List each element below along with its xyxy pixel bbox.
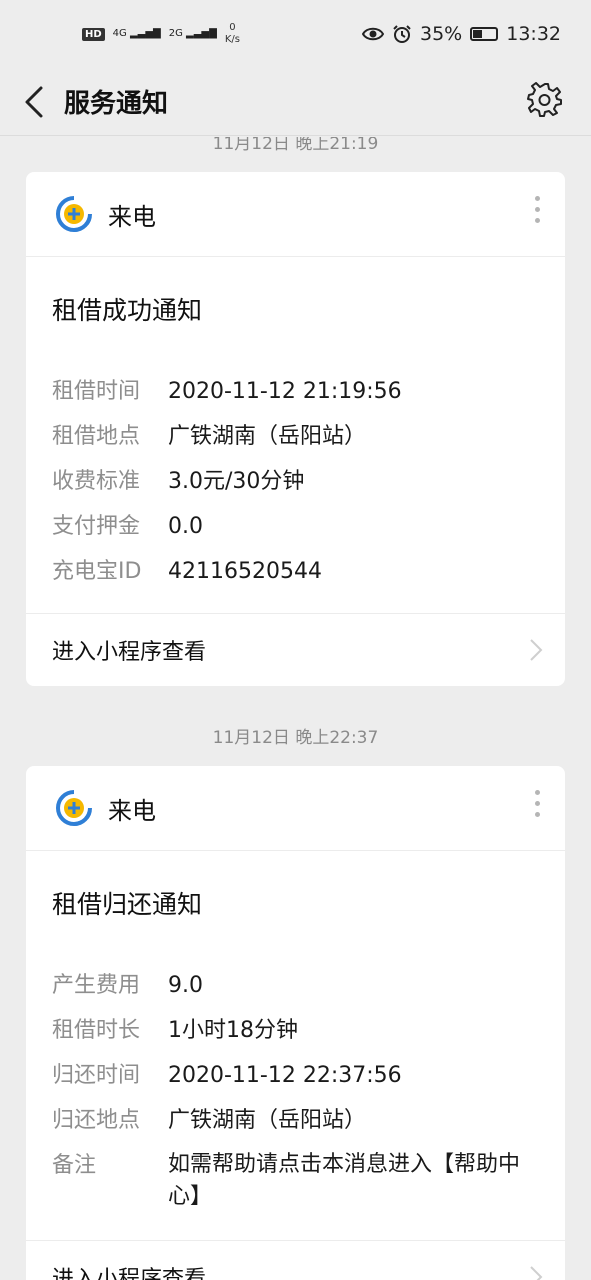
notification-card[interactable]: 来电 租借归还通知 产生费用 9.0 租借时长 1小时18分钟 归还时间 2020-1…: [26, 766, 565, 1280]
network-type-2: 2G: [168, 28, 183, 39]
field-row: 归还时间 2020-11-12 22:37:56: [52, 1053, 565, 1098]
field-label: 充电宝ID: [52, 559, 142, 584]
open-miniprogram-link[interactable]: 进入小程序查看: [26, 1240, 565, 1280]
message-feed[interactable]: 11月12日 晚上21:19 来电 租借成功通知 租借时间 2020-11-12 …: [0, 137, 591, 1280]
hd-badge: HD: [82, 27, 105, 41]
chevron-right-icon: [530, 639, 543, 661]
back-button[interactable]: [4, 68, 64, 136]
app-name: 来电: [108, 202, 156, 231]
field-row: 支付押金 0.0: [52, 504, 565, 549]
battery-fill: [473, 30, 482, 38]
chevron-left-icon: [25, 86, 43, 117]
clock: 13:32: [506, 23, 561, 45]
field-value: 42116520544: [168, 559, 322, 584]
field-label: 备注: [52, 1153, 97, 1178]
battery-percent: 35%: [420, 23, 463, 45]
field-value: 2020-11-12 22:37:56: [168, 1063, 402, 1088]
field-row: 归还地点 广铁湖南（岳阳站）: [52, 1098, 565, 1143]
more-options-icon[interactable]: [531, 790, 543, 817]
timestamp-partial: 11月12日 晚上21:19: [212, 137, 379, 154]
page-title: 服务通知: [64, 89, 169, 119]
field-label: 租借地点: [52, 424, 141, 449]
card-title: 租借归还通知: [52, 890, 203, 919]
card-header: 来电: [26, 766, 565, 851]
footer-label: 进入小程序查看: [52, 640, 207, 665]
field-label: 租借时长: [52, 1018, 141, 1043]
app-name: 来电: [108, 796, 156, 825]
net-speed: 0 K/s: [225, 22, 240, 46]
field-value: 1小时18分钟: [168, 1018, 298, 1043]
nav-header: 服务通知: [0, 68, 591, 136]
field-row: 收费标准 3.0元/30分钟: [52, 459, 565, 504]
field-value: 9.0: [168, 973, 203, 998]
field-value: 3.0元/30分钟: [168, 469, 305, 494]
card-header: 来电: [26, 172, 565, 257]
footer-label: 进入小程序查看: [52, 1267, 207, 1280]
signal-icon-2: 2G ▂▃▅▇: [168, 28, 217, 39]
field-row: 充电宝ID 42116520544: [52, 549, 565, 594]
field-label: 产生费用: [52, 973, 141, 998]
signal-icon: 4G ▂▃▅▇: [112, 28, 161, 39]
timestamp: 11月12日 晚上22:37: [212, 728, 379, 748]
laidian-logo-icon: [56, 196, 92, 232]
status-bar: HD 4G ▂▃▅▇ 2G ▂▃▅▇ 0 K/s 35% 13:32: [0, 0, 591, 68]
status-left: HD 4G ▂▃▅▇ 2G ▂▃▅▇ 0 K/s: [82, 22, 240, 46]
field-row: 租借时间 2020-11-12 21:19:56: [52, 369, 565, 414]
network-type-1: 4G: [112, 28, 127, 39]
net-speed-unit: K/s: [224, 34, 240, 45]
card-title: 租借成功通知: [52, 296, 203, 325]
field-value: 0.0: [168, 514, 203, 539]
field-value: 广铁湖南（岳阳站）: [168, 424, 367, 449]
field-value: 如需帮助请点击本消息进入【帮助中心】: [168, 1152, 521, 1209]
field-label: 租借时间: [52, 379, 141, 404]
field-value: 广铁湖南（岳阳站）: [168, 1108, 367, 1133]
chevron-right-icon: [530, 1266, 543, 1280]
gear-icon: [527, 82, 562, 117]
alarm-icon: [393, 25, 411, 43]
field-label: 支付押金: [52, 514, 141, 539]
eye-icon: [362, 27, 384, 41]
field-label: 归还时间: [52, 1063, 141, 1088]
net-speed-value: 0: [229, 22, 236, 33]
more-options-icon[interactable]: [531, 196, 543, 223]
field-label: 收费标准: [52, 469, 141, 494]
card-fields: 产生费用 9.0 租借时长 1小时18分钟 归还时间 2020-11-12 22:37…: [26, 937, 565, 1213]
card-fields: 租借时间 2020-11-12 21:19:56 租借地点 广铁湖南（岳阳站） 收费…: [26, 343, 565, 594]
field-row: 租借地点 广铁湖南（岳阳站）: [52, 414, 565, 459]
settings-button[interactable]: [525, 80, 565, 120]
laidian-logo-icon: [56, 790, 92, 826]
field-row: 备注 如需帮助请点击本消息进入【帮助中心】: [52, 1143, 565, 1213]
status-right: 35% 13:32: [362, 23, 561, 45]
field-value: 2020-11-12 21:19:56: [168, 379, 402, 404]
open-miniprogram-link[interactable]: 进入小程序查看: [26, 613, 565, 686]
battery-icon: [470, 27, 499, 41]
field-label: 归还地点: [52, 1108, 141, 1133]
notification-card[interactable]: 来电 租借成功通知 租借时间 2020-11-12 21:19:56 租借地点 广铁…: [26, 172, 565, 686]
field-row: 租借时长 1小时18分钟: [52, 1008, 565, 1053]
field-row: 产生费用 9.0: [52, 963, 565, 1008]
